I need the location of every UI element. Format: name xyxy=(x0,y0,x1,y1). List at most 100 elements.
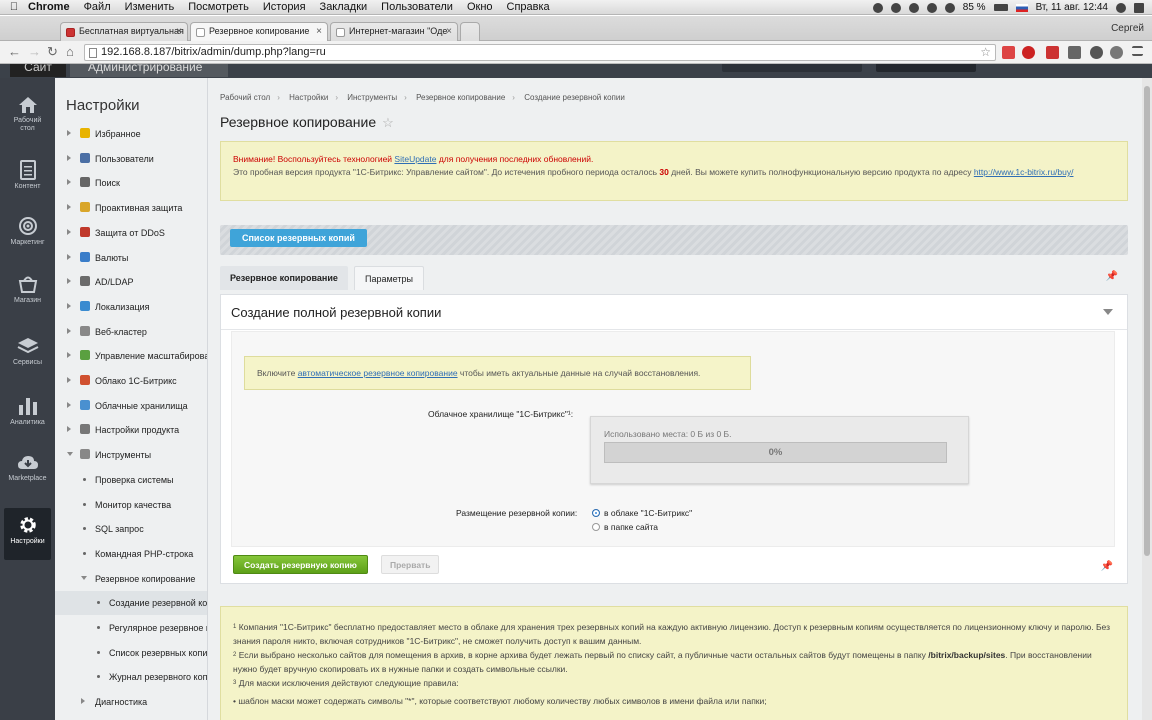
browser-tab-3[interactable]: Интернет-магазин "Оде × xyxy=(330,22,458,41)
notification-center-icon[interactable] xyxy=(1134,2,1144,13)
nav-shop[interactable]: Магазин xyxy=(0,274,55,305)
menu-app-name[interactable]: Chrome xyxy=(28,1,70,13)
chevron-right-icon[interactable] xyxy=(67,352,71,359)
submenu-item-diagnostics[interactable]: Диагностика xyxy=(55,690,207,714)
chevron-right-icon[interactable] xyxy=(67,130,71,136)
home-icon[interactable]: ⌂ xyxy=(66,44,74,59)
pin-icon[interactable]: 📌 xyxy=(1101,561,1113,572)
chevron-right-icon[interactable] xyxy=(67,327,71,334)
submenu-item[interactable]: Облачные хранилища xyxy=(55,394,207,418)
close-icon[interactable]: × xyxy=(446,26,452,37)
address-bar[interactable]: 192.168.8.187/bitrix/admin/dump.php?lang… xyxy=(84,44,996,61)
nav-desktop[interactable]: Рабочий стол xyxy=(0,96,55,133)
chevron-down-icon[interactable] xyxy=(1103,309,1113,315)
stop-button[interactable]: Прервать xyxy=(381,555,440,574)
profile-name[interactable]: Сергей xyxy=(1111,23,1144,34)
favorite-star-icon[interactable]: ☆ xyxy=(382,115,394,130)
nav-services[interactable]: Сервисы xyxy=(0,336,55,367)
backup-list-button[interactable]: Список резервных копий xyxy=(230,229,367,247)
option-site-folder[interactable]: в папке сайта xyxy=(592,522,658,532)
site-tab[interactable]: Сайт xyxy=(10,64,66,77)
submenu-backup-item[interactable]: Журнал резервного копирования xyxy=(55,665,207,689)
tray-check-icon[interactable] xyxy=(908,2,919,13)
nav-settings[interactable]: Настройки xyxy=(4,508,51,560)
submenu-item[interactable]: Защита от DDoS xyxy=(55,221,207,245)
radio-icon[interactable] xyxy=(592,523,600,531)
close-icon[interactable]: × xyxy=(316,26,322,37)
menu-window[interactable]: Окно xyxy=(467,1,493,13)
submenu-item[interactable]: Инструменты xyxy=(55,443,207,467)
menu-bookmarks[interactable]: Закладки xyxy=(320,1,368,13)
submenu-backup-item[interactable]: Регулярное резервное копирование xyxy=(55,616,207,640)
submenu-backup-item[interactable]: Список резервных копий xyxy=(55,641,207,665)
chevron-right-icon[interactable] xyxy=(67,204,71,211)
siteupdate-link[interactable]: SiteUpdate xyxy=(394,154,436,164)
chevron-right-icon[interactable] xyxy=(67,377,71,383)
submenu-tools-item[interactable]: Монитор качества xyxy=(55,493,207,517)
extension-icon[interactable] xyxy=(1110,46,1123,59)
tray-app-icon[interactable] xyxy=(872,2,883,13)
nav-content[interactable]: Контент xyxy=(0,160,55,191)
bookmark-star-icon[interactable]: ☆ xyxy=(980,45,991,59)
submenu-tools-item[interactable]: SQL запрос xyxy=(55,517,207,541)
breadcrumb-item[interactable]: Создание резервной копии xyxy=(524,93,625,102)
chevron-right-icon[interactable] xyxy=(67,278,71,285)
url-text[interactable]: 192.168.8.187/bitrix/admin/dump.php?lang… xyxy=(101,46,326,58)
tray-cloud-icon[interactable] xyxy=(926,2,937,13)
chevron-down-icon[interactable] xyxy=(81,575,87,580)
opera-extension-icon[interactable] xyxy=(1022,46,1035,59)
back-arrow-icon[interactable]: ← xyxy=(8,44,21,59)
admin-tab[interactable]: Администрирование xyxy=(70,64,228,77)
submenu-item[interactable]: Настройки продукта xyxy=(55,418,207,442)
submenu-tools-item[interactable]: Командная PHP-строка xyxy=(55,542,207,566)
chevron-right-icon[interactable] xyxy=(67,401,71,408)
tab-parameters[interactable]: Параметры xyxy=(354,266,424,290)
wifi-icon[interactable] xyxy=(944,2,955,13)
browser-tab-1[interactable]: Бесплатная виртуальная × xyxy=(60,22,188,41)
breadcrumb-item[interactable]: Инструменты xyxy=(347,93,397,102)
menu-help[interactable]: Справка xyxy=(507,1,550,13)
menu-history[interactable]: История xyxy=(263,1,306,13)
create-backup-button[interactable]: Создать резервную копию xyxy=(233,555,368,574)
nav-marketing[interactable]: Маркетинг xyxy=(0,216,55,247)
forward-arrow-icon[interactable]: → xyxy=(28,44,41,59)
breadcrumb-item[interactable]: Настройки xyxy=(289,93,328,102)
chevron-right-icon[interactable] xyxy=(67,154,71,161)
auto-backup-link[interactable]: автоматическое резервное копирование xyxy=(298,368,458,378)
admin-user-button[interactable] xyxy=(876,64,976,72)
buy-link[interactable]: http://www.1c-bitrix.ru/buy/ xyxy=(974,167,1074,177)
input-flag-icon[interactable] xyxy=(1015,3,1028,12)
apple-icon[interactable]:  xyxy=(0,1,28,13)
clock[interactable]: Вт, 11 авг. 12:44 xyxy=(1036,2,1108,13)
menu-file[interactable]: Файл xyxy=(84,1,111,13)
submenu-item[interactable]: Веб-кластер xyxy=(55,320,207,344)
pin-icon[interactable]: 📌 xyxy=(1106,271,1118,282)
chevron-down-icon[interactable] xyxy=(67,452,73,457)
pocket-extension-icon[interactable] xyxy=(1068,46,1081,59)
admin-search-input[interactable] xyxy=(722,64,862,72)
new-tab-button[interactable] xyxy=(460,22,480,41)
nav-analytics[interactable]: Аналитика xyxy=(0,396,55,427)
submenu-item[interactable]: Валюты xyxy=(55,246,207,270)
chevron-right-icon[interactable] xyxy=(67,228,71,235)
spotlight-icon[interactable] xyxy=(1116,2,1126,13)
reload-icon[interactable]: ↻ xyxy=(47,44,58,60)
menu-edit[interactable]: Изменить xyxy=(125,1,175,13)
chevron-right-icon[interactable] xyxy=(67,302,71,309)
submenu-item[interactable]: Управление масштабированием xyxy=(55,344,207,368)
chevron-right-icon[interactable] xyxy=(67,426,71,433)
submenu-item[interactable]: Пользователи xyxy=(55,147,207,171)
option-cloud-label[interactable]: в облаке "1С-Битрикс" xyxy=(604,508,692,518)
browser-tab-2[interactable]: Резервное копирование × xyxy=(190,22,328,41)
submenu-item[interactable]: Поиск xyxy=(55,171,207,195)
submenu-item[interactable]: Проактивная защита xyxy=(55,196,207,220)
submenu-item[interactable]: Облако 1С-Битрикс xyxy=(55,369,207,393)
page-scrollbar[interactable] xyxy=(1142,78,1152,720)
scrollbar-thumb[interactable] xyxy=(1144,86,1150,556)
chevron-right-icon[interactable] xyxy=(81,698,85,705)
option-site-label[interactable]: в папке сайта xyxy=(604,522,658,532)
chevron-right-icon[interactable] xyxy=(67,179,71,186)
menu-people[interactable]: Пользователи xyxy=(381,1,453,13)
chevron-right-icon[interactable] xyxy=(67,253,71,260)
option-cloud[interactable]: в облаке "1С-Битрикс" xyxy=(592,508,692,518)
